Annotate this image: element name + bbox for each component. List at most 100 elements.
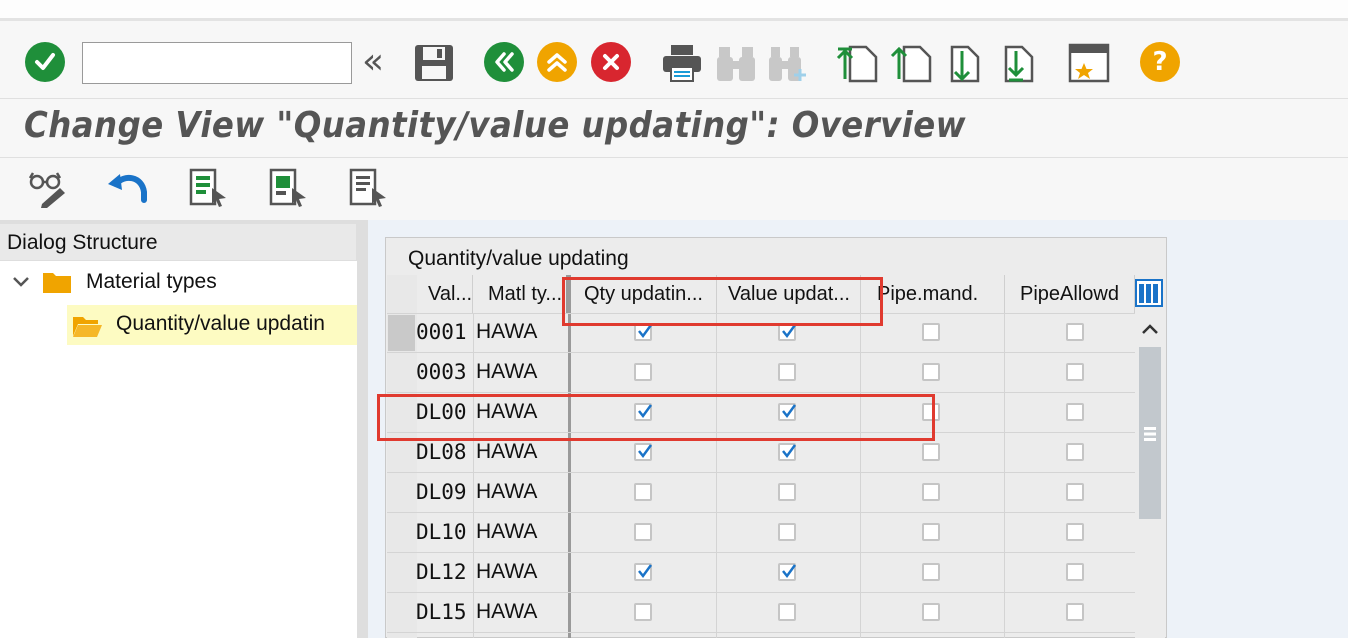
cell-val[interactable]: DL08 <box>416 440 467 464</box>
cell-matl-type[interactable]: HAWA <box>476 320 537 344</box>
checkbox-qty-updating[interactable] <box>634 403 653 421</box>
checkbox-value-updating[interactable] <box>778 443 797 461</box>
row-selector[interactable] <box>388 554 415 591</box>
checkbox-qty-updating[interactable] <box>634 563 653 581</box>
previous-page-icon[interactable] <box>890 43 932 88</box>
select-all-icon[interactable] <box>188 168 230 213</box>
checkmark-icon <box>638 444 653 459</box>
checkbox-pipe-mandatory[interactable] <box>922 363 940 381</box>
undo-icon[interactable] <box>106 170 150 211</box>
row-line <box>387 392 1135 393</box>
checkbox-qty-updating[interactable] <box>634 523 652 541</box>
checkbox-qty-updating[interactable] <box>634 483 652 501</box>
checkbox-pipe-allowed[interactable] <box>1066 363 1084 381</box>
row-selector[interactable] <box>388 514 415 551</box>
folder-icon <box>42 270 72 299</box>
checkbox-value-updating[interactable] <box>778 403 797 421</box>
checkbox-value-updating[interactable] <box>778 323 797 341</box>
checkbox-pipe-mandatory[interactable] <box>922 483 940 501</box>
row-selector[interactable] <box>388 315 415 351</box>
checkbox-qty-updating[interactable] <box>634 323 653 341</box>
last-page-icon[interactable] <box>998 43 1040 88</box>
command-field[interactable] <box>82 42 352 84</box>
enter-checkmark-icon[interactable] <box>25 42 65 82</box>
cell-matl-type[interactable]: HAWA <box>476 560 537 584</box>
help-icon[interactable]: ? <box>1140 42 1180 82</box>
save-icon[interactable] <box>413 43 455 88</box>
checkbox-pipe-allowed[interactable] <box>1066 483 1084 501</box>
row-selector[interactable] <box>388 354 415 391</box>
dialog-structure-tree: Material types Quantity/value updatin <box>0 261 357 638</box>
cell-val[interactable]: 0003 <box>416 360 467 384</box>
checkbox-qty-updating[interactable] <box>634 363 652 381</box>
dialog-structure-title: Dialog Structure <box>7 231 158 254</box>
expand-command-field-button[interactable]: « <box>362 41 384 82</box>
select-block-icon[interactable] <box>268 168 310 213</box>
cell-val[interactable]: DL12 <box>416 560 467 584</box>
column-header-matl-type[interactable]: Matl ty... <box>473 275 569 313</box>
cell-val[interactable]: DL09 <box>416 480 467 504</box>
column-settings-icon[interactable] <box>1135 279 1163 312</box>
find-icon <box>716 43 756 88</box>
cell-matl-type[interactable]: HAWA <box>476 400 537 424</box>
scroll-up-icon[interactable] <box>1140 322 1160 341</box>
checkbox-value-updating[interactable] <box>778 363 796 381</box>
create-session-icon[interactable] <box>1068 43 1110 88</box>
column-header-value-updating[interactable]: Value updat... <box>717 275 861 313</box>
cell-val[interactable]: DL10 <box>416 520 467 544</box>
system-toolbar: « ? <box>0 21 1348 99</box>
tree-item-material-types[interactable]: Material types <box>86 270 217 294</box>
cell-matl-type[interactable]: HAWA <box>476 440 537 464</box>
checkbox-pipe-allowed[interactable] <box>1066 523 1084 541</box>
checkbox-pipe-allowed[interactable] <box>1066 563 1084 581</box>
title-bar: Change View "Quantity/value updating": O… <box>0 99 1348 158</box>
row-selector[interactable] <box>388 434 415 471</box>
checkbox-value-updating[interactable] <box>778 483 796 501</box>
checkbox-pipe-allowed[interactable] <box>1066 403 1084 421</box>
row-line <box>387 472 1135 473</box>
cell-matl-type[interactable]: HAWA <box>476 360 537 384</box>
checkbox-value-updating[interactable] <box>778 523 796 541</box>
first-page-icon[interactable] <box>836 43 878 88</box>
checkbox-pipe-mandatory[interactable] <box>922 563 940 581</box>
chevron-down-icon[interactable] <box>12 275 30 294</box>
deselect-all-icon[interactable] <box>348 168 390 213</box>
row-selector[interactable] <box>388 594 415 631</box>
cell-matl-type[interactable]: HAWA <box>476 520 537 544</box>
cell-val[interactable]: DL15 <box>416 600 467 624</box>
checkbox-pipe-allowed[interactable] <box>1066 323 1084 341</box>
checkbox-pipe-mandatory[interactable] <box>922 443 940 461</box>
cell-val[interactable]: DL00 <box>416 400 467 424</box>
checkbox-qty-updating[interactable] <box>634 443 653 461</box>
checkbox-value-updating[interactable] <box>778 603 796 621</box>
checkbox-pipe-allowed[interactable] <box>1066 443 1084 461</box>
row-selector[interactable] <box>388 474 415 511</box>
cell-matl-type[interactable]: HAWA <box>476 480 537 504</box>
exit-icon[interactable] <box>537 42 577 82</box>
checkbox-pipe-mandatory[interactable] <box>922 323 940 341</box>
tree-item-selected-row[interactable]: Quantity/value updatin <box>67 305 357 345</box>
checkbox-pipe-mandatory[interactable] <box>922 523 940 541</box>
checkmark-icon <box>782 324 797 339</box>
column-header-pipe-mandatory[interactable]: Pipe.mand. <box>861 275 1005 313</box>
checkmark-icon <box>782 404 797 419</box>
column-header-pipe-allowed[interactable]: PipeAllowd <box>1005 275 1135 313</box>
back-icon[interactable] <box>484 42 524 82</box>
cancel-icon[interactable] <box>591 42 631 82</box>
display-change-icon[interactable] <box>28 168 70 213</box>
checkbox-value-updating[interactable] <box>778 563 797 581</box>
checkbox-pipe-allowed[interactable] <box>1066 603 1084 621</box>
print-icon[interactable] <box>661 43 703 88</box>
cell-val[interactable]: 0001 <box>416 320 467 344</box>
window-top-strip <box>0 0 1348 21</box>
next-page-icon[interactable] <box>944 43 986 88</box>
dialog-structure-header: Dialog Structure <box>0 224 356 260</box>
column-separator-thick <box>568 275 571 638</box>
checkbox-pipe-mandatory[interactable] <box>922 403 940 421</box>
column-header-qty-updating[interactable]: Qty updatin... <box>569 275 717 313</box>
checkbox-qty-updating[interactable] <box>634 603 652 621</box>
checkbox-pipe-mandatory[interactable] <box>922 603 940 621</box>
column-header-val[interactable]: Val... <box>417 275 473 313</box>
cell-matl-type[interactable]: HAWA <box>476 600 537 624</box>
row-selector[interactable] <box>388 394 415 431</box>
